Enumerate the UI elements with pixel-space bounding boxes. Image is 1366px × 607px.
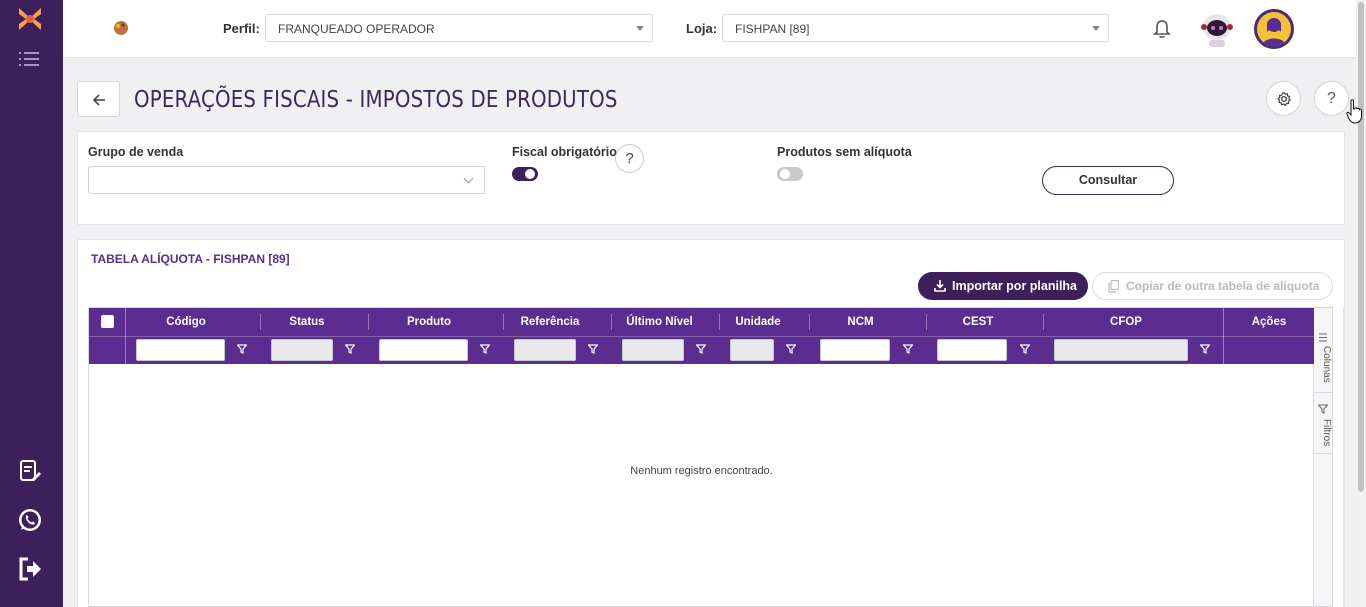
page-title: OPERAÇÕES FISCAIS - IMPOSTOS DE PRODUTOS (134, 87, 618, 113)
perfil-label: Perfil: (223, 21, 260, 36)
settings-button[interactable] (1266, 81, 1301, 116)
download-icon (934, 280, 946, 292)
select-all-checkbox[interactable] (101, 315, 114, 328)
logo-icon[interactable] (16, 5, 44, 33)
side-tab-divider (1314, 392, 1332, 393)
document-edit-icon[interactable] (17, 458, 43, 484)
filter-input-status[interactable] (271, 339, 333, 361)
filter-input-ultimo-nivel[interactable] (622, 339, 684, 361)
sidebar (0, 0, 63, 607)
filter-icon (1318, 404, 1328, 414)
loja-label: Loja: (686, 21, 718, 36)
col-header-cfop[interactable]: CFOP (1044, 316, 1208, 328)
col-header-ultimo-nivel[interactable]: Último Nível (612, 316, 707, 328)
import-spreadsheet-button[interactable]: Importar por planilha (918, 272, 1088, 300)
filter-icon[interactable] (237, 344, 247, 354)
help-button[interactable]: ? (1314, 81, 1349, 116)
fiscal-obrigatorio-toggle[interactable] (512, 167, 538, 181)
col-header-ncm[interactable]: NCM (810, 316, 911, 328)
filter-icon[interactable] (1200, 344, 1210, 354)
side-tab-divider (1314, 453, 1332, 454)
user-icon (1262, 18, 1286, 46)
grid-header: Código Status Produto Referência Último … (89, 308, 1314, 364)
filter-icon[interactable] (903, 344, 913, 354)
filter-icon[interactable] (588, 344, 598, 354)
user-avatar[interactable] (1254, 9, 1294, 49)
col-header-unidade[interactable]: Unidade (720, 316, 796, 328)
perfil-select[interactable]: FRANQUEADO OPERADOR (265, 14, 653, 42)
filter-icon[interactable] (1020, 344, 1030, 354)
filter-input-cest[interactable] (937, 339, 1007, 361)
filter-icon[interactable] (786, 344, 796, 354)
toggle-knob (525, 169, 535, 179)
grid-scroll-area (1333, 307, 1344, 607)
col-header-referencia[interactable]: Referência (504, 316, 596, 328)
empty-message: Nenhum registro encontrado. (630, 465, 773, 477)
chevron-down-icon (463, 173, 474, 184)
copy-icon (1108, 280, 1119, 293)
copy-label: Copiar de outra tabela de alíquota (1126, 279, 1320, 293)
col-header-codigo[interactable]: Código (137, 316, 235, 328)
filter-icon[interactable] (480, 344, 490, 354)
grid-side-panel: Colunas Filtros (1314, 307, 1333, 607)
back-button[interactable] (77, 81, 120, 117)
caret-down-icon (1092, 26, 1100, 31)
loja-select[interactable]: FISHPAN [89] (722, 14, 1109, 42)
filter-icon[interactable] (696, 344, 706, 354)
grupo-venda-label: Grupo de venda (88, 145, 184, 159)
filter-input-cfop[interactable] (1054, 339, 1188, 361)
logout-icon[interactable] (17, 556, 43, 582)
col-header-acoes: Ações (1251, 316, 1287, 328)
filter-icon[interactable] (345, 344, 355, 354)
grupo-venda-select[interactable] (88, 166, 485, 194)
robot-assistant-icon[interactable] (1200, 11, 1234, 47)
menu-icon[interactable] (19, 51, 39, 67)
loja-value: FISHPAN [89] (735, 22, 810, 36)
fiscal-obrigatorio-label: Fiscal obrigatório (512, 145, 617, 159)
filter-input-codigo[interactable] (136, 339, 225, 361)
page-scrollbar[interactable] (1356, 0, 1366, 607)
aliquota-grid: Código Status Produto Referência Último … (88, 307, 1314, 607)
col-header-produto[interactable]: Produto (369, 316, 489, 328)
copy-table-button[interactable]: Copiar de outra tabela de alíquota (1092, 272, 1333, 300)
col-header-cest[interactable]: CEST (927, 316, 1029, 328)
perfil-value: FRANQUEADO OPERADOR (278, 22, 435, 36)
bell-icon[interactable] (1153, 19, 1171, 39)
filter-input-produto[interactable] (379, 339, 468, 361)
caret-down-icon (636, 26, 644, 31)
filter-input-unidade[interactable] (730, 339, 774, 361)
columns-icon (1319, 333, 1327, 342)
toggle-knob (780, 169, 790, 179)
fiscal-help-button[interactable]: ? (615, 144, 644, 173)
filters-tab[interactable]: Filtros (1314, 419, 1332, 446)
produtos-sem-aliquota-label: Produtos sem alíquota (777, 145, 912, 159)
brand-logo-icon (114, 21, 128, 35)
columns-tab[interactable]: Colunas (1314, 346, 1332, 383)
filter-input-referencia[interactable] (514, 339, 576, 361)
gear-icon (1276, 91, 1291, 107)
top-bar: Perfil: FRANQUEADO OPERADOR Loja: FISHPA… (63, 0, 1356, 58)
whatsapp-icon[interactable] (17, 507, 43, 533)
produtos-sem-aliquota-toggle[interactable] (777, 167, 803, 181)
col-header-status[interactable]: Status (261, 316, 353, 328)
filter-input-ncm[interactable] (820, 339, 890, 361)
hand-cursor-icon (1346, 99, 1362, 124)
header-divider (89, 336, 1314, 337)
scrollbar-thumb[interactable] (1358, 2, 1364, 492)
consultar-button[interactable]: Consultar (1042, 166, 1174, 195)
import-label: Importar por planilha (952, 279, 1078, 293)
arrow-left-icon (92, 94, 105, 106)
table-section-title: TABELA ALÍQUOTA - FISHPAN [89] (91, 252, 290, 266)
